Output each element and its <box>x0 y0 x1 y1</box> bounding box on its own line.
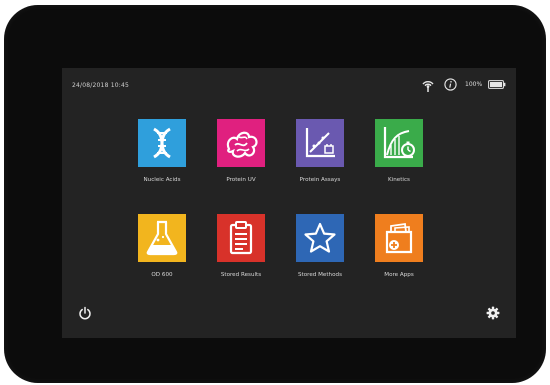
folder-add-icon <box>375 214 423 262</box>
wifi-icon <box>422 80 434 92</box>
status-bar: 24/08/2018 10:45 100% <box>62 68 516 104</box>
protein-assays-tile[interactable] <box>296 119 344 167</box>
star-icon <box>296 214 344 262</box>
app-stored-results[interactable]: Stored Results <box>201 214 281 298</box>
stored-methods-tile[interactable] <box>296 214 344 262</box>
settings-gear-icon[interactable] <box>486 306 500 320</box>
device-bezel: 24/08/2018 10:45 100% Nucleic Acids Prot… <box>4 5 546 383</box>
battery-percent: 100% <box>465 81 483 88</box>
protein-icon <box>217 119 265 167</box>
dna-icon <box>138 119 186 167</box>
more-apps-tile[interactable] <box>375 214 423 262</box>
kinetics-chart-icon <box>375 119 423 167</box>
date-time: 24/08/2018 10:45 <box>72 82 129 89</box>
nucleic-acids-tile[interactable] <box>138 119 186 167</box>
kinetics-tile[interactable] <box>375 119 423 167</box>
more-apps-label: More Apps <box>384 272 414 278</box>
clipboard-icon <box>217 214 265 262</box>
stored-methods-label: Stored Methods <box>297 272 342 278</box>
touch-screen: 24/08/2018 10:45 100% Nucleic Acids Prot… <box>62 68 516 338</box>
od-600-label: OD 600 <box>151 272 173 278</box>
app-stored-methods[interactable]: Stored Methods <box>280 214 360 298</box>
power-icon[interactable] <box>78 306 92 320</box>
app-kinetics[interactable]: Kinetics <box>359 119 439 203</box>
nucleic-acids-label: Nucleic Acids <box>143 177 181 183</box>
app-protein-uv[interactable]: Protein UV <box>201 119 281 203</box>
protein-uv-tile[interactable] <box>217 119 265 167</box>
od-600-tile[interactable] <box>138 214 186 262</box>
assay-chart-icon <box>296 119 344 167</box>
app-protein-assays[interactable]: Protein Assays <box>280 119 360 203</box>
stored-results-label: Stored Results <box>220 272 262 278</box>
kinetics-label: Kinetics <box>388 177 410 183</box>
protein-uv-label: Protein UV <box>226 177 256 183</box>
info-icon[interactable] <box>444 78 457 91</box>
flask-icon <box>138 214 186 262</box>
app-more-apps[interactable]: More Apps <box>359 214 439 298</box>
app-od-600[interactable]: OD 600 <box>122 214 202 298</box>
app-nucleic-acids[interactable]: Nucleic Acids <box>122 119 202 203</box>
protein-assays-label: Protein Assays <box>299 177 341 183</box>
stored-results-tile[interactable] <box>217 214 265 262</box>
battery-icon <box>488 80 506 89</box>
